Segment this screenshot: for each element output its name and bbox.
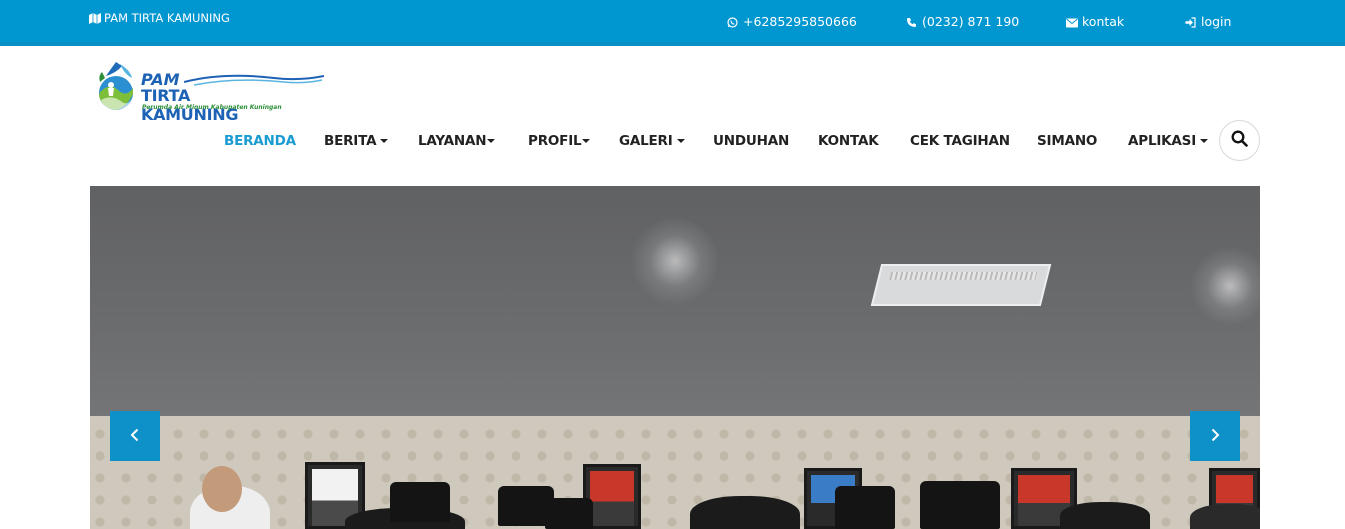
map-icon [89,12,101,24]
login-link[interactable]: login [1185,14,1231,29]
person [690,496,800,529]
phone-number: (0232) 871 190 [922,14,1020,29]
person-head [202,466,242,512]
logo-wave [184,74,324,86]
nav-item-berita[interactable]: BERITA [324,133,389,149]
nav-item-layanan[interactable]: LAYANAN [418,133,496,149]
login-label: login [1201,14,1232,29]
topbar-brand-label: PAM TIRTA KAMUNING [104,11,230,25]
nav-item-label: KONTAK [818,133,879,149]
nav-item-galeri[interactable]: GALERI [619,133,685,149]
slider-prev-button[interactable] [110,411,160,461]
topbar-brand[interactable]: PAM TIRTA KAMUNING [89,11,230,25]
hero-slider[interactable] [90,186,1260,529]
nav-item-unduhan[interactable]: UNDUHAN [713,133,789,149]
whatsapp-icon [727,16,738,28]
nav-item-simano[interactable]: SIMANO [1037,133,1097,149]
person-cap [390,482,450,522]
caret-down-icon [380,139,389,143]
ceiling-light [1190,246,1260,326]
logo-tagline: Perumda Air Minum Kabupaten Kuningan [142,104,282,111]
nav-item-beranda[interactable]: BERANDA [224,133,296,149]
person-cap [920,481,1000,529]
caret-down-icon [1200,139,1209,143]
phone-link[interactable]: (0232) 871 190 [906,14,1019,29]
chevron-left-icon [129,427,141,446]
slider-next-button[interactable] [1190,411,1240,461]
person [1190,504,1260,529]
nav-item-label: BERITA [324,133,377,149]
nav-item-label: UNDUHAN [713,133,790,149]
nav-item-label: PROFIL [528,133,582,149]
nav-item-label: LAYANAN [418,133,487,149]
envelope-icon [1066,16,1078,28]
search-icon [1231,130,1248,151]
top-bar: PAM TIRTA KAMUNING +6285295850666 (0232)… [0,0,1345,46]
search-button[interactable] [1219,120,1260,161]
chevron-right-icon [1209,427,1221,446]
ceiling-vent [870,264,1052,306]
caret-down-icon [676,139,685,143]
whatsapp-link[interactable]: +6285295850666 [727,14,857,29]
person-cap [545,498,593,529]
nav-item-label: APLIKASI [1128,133,1197,149]
person [1060,502,1150,529]
ceiling-light [630,216,720,306]
nav-item-aplikasi[interactable]: APLIKASI [1128,133,1209,149]
phone-icon [906,16,917,27]
whatsapp-number: +6285295850666 [743,14,857,29]
nav-item-label: BERANDA [224,133,296,149]
contact-label: kontak [1082,14,1125,29]
caret-down-icon [582,139,591,143]
caret-down-icon [487,139,496,143]
nav-item-label: SIMANO [1037,133,1098,149]
logo-emblem [99,62,133,110]
nav-item-cek-tagihan[interactable]: CEK TAGIHAN [910,133,1010,149]
nav-item-label: GALERI [619,133,673,149]
person-cap [835,486,895,529]
nav-item-profil[interactable]: PROFIL [528,133,591,149]
nav-item-kontak[interactable]: KONTAK [818,133,879,149]
contact-link[interactable]: kontak [1066,14,1124,29]
site-logo[interactable]: PAM TIRTA KAMUNING Perumda Air Minum Kab… [96,60,324,124]
nav-item-label: CEK TAGIHAN [910,133,1010,149]
sign-in-icon [1185,16,1196,28]
